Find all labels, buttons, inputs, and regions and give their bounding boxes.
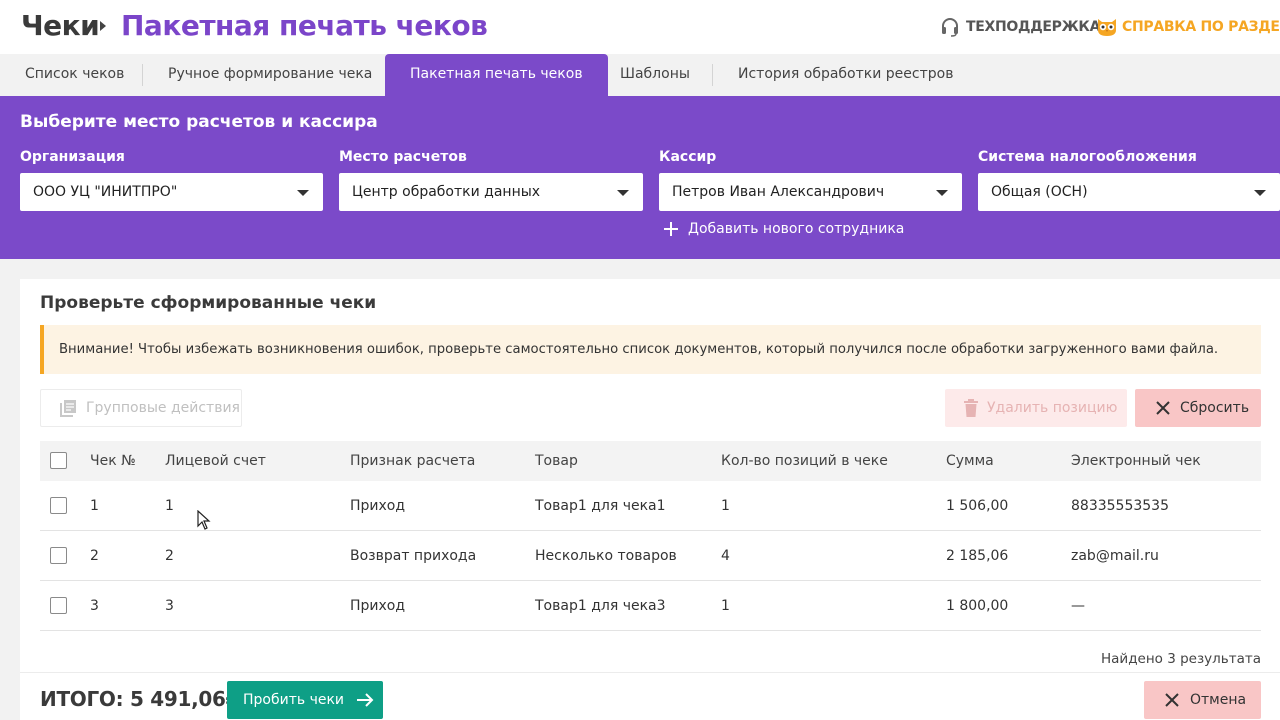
add-employee-label: Добавить нового сотрудника (688, 221, 905, 237)
reset-button[interactable]: Сбросить (1135, 389, 1261, 427)
trash-icon (964, 399, 978, 417)
table-header: Чек № Лицевой счет Признак расчета Товар… (40, 441, 1261, 481)
close-icon (1156, 401, 1170, 415)
review-title: Проверьте сформированные чеки (40, 293, 377, 313)
help-link[interactable]: СПРАВКА ПО РАЗДЕЛУ (1096, 16, 1280, 38)
total-amount: ИТОГО: 5 491,06₽ (40, 687, 240, 711)
tab-manual-receipt[interactable]: Ручное формирование чека (168, 54, 372, 96)
arrow-right-icon (357, 693, 374, 707)
tab-bar: Список чеков Ручное формирование чека Па… (0, 54, 1280, 96)
column-header[interactable]: Сумма (946, 441, 994, 481)
cell-positions-count: 4 (721, 548, 730, 564)
owl-icon (1098, 19, 1116, 36)
column-header[interactable]: Товар (535, 441, 578, 481)
column-header[interactable]: Кол-во позиций в чеке (721, 441, 888, 481)
print-receipts-button[interactable]: Пробить чеки (227, 681, 383, 719)
print-receipts-label: Пробить чеки (243, 692, 345, 708)
cell-product: Товар1 для чека1 (535, 498, 666, 514)
mouse-cursor-icon (197, 510, 211, 530)
add-employee-link[interactable]: Добавить нового сотрудника (663, 218, 904, 240)
cell-amount: 2 185,06 (946, 548, 1009, 564)
cell-account: 3 (165, 598, 174, 614)
cell-payment-type: Возврат прихода (350, 548, 477, 564)
cell-electronic-receipt: 88335553535 (1071, 498, 1169, 514)
table-row[interactable]: 1 1 Приход Товар1 для чека1 1 1 506,00 8… (40, 481, 1261, 531)
tab-receipt-list[interactable]: Список чеков (25, 54, 124, 96)
cashier-label: Кассир (659, 149, 717, 165)
caret-down-icon (936, 190, 948, 196)
results-count: Найдено 3 результата (1101, 651, 1261, 667)
cell-receipt-number: 3 (90, 598, 99, 614)
tab-registry-history[interactable]: История обработки реестров (738, 54, 953, 96)
cell-positions-count: 1 (721, 498, 730, 514)
breadcrumb-root[interactable]: Чеки (21, 9, 100, 42)
cell-receipt-number: 2 (90, 548, 99, 564)
tax-system-value: Общая (ОСН) (991, 184, 1088, 200)
table-row[interactable]: 3 3 Приход Товар1 для чека3 1 1 800,00 — (40, 581, 1261, 631)
breadcrumb-separator-icon (100, 21, 106, 31)
caret-down-icon (297, 190, 309, 196)
tax-system-select[interactable]: Общая (ОСН) (978, 173, 1280, 211)
settlement-panel: Выберите место расчетов и кассира Органи… (0, 96, 1280, 259)
page-title: Пакетная печать чеков (121, 9, 488, 42)
tab-templates[interactable]: Шаблоны (620, 54, 690, 96)
caret-down-icon (1254, 190, 1266, 196)
cell-receipt-number: 1 (90, 498, 99, 514)
cell-positions-count: 1 (721, 598, 730, 614)
cancel-button[interactable]: Отмена (1144, 681, 1261, 719)
organization-value: ООО УЦ "ИНИТПРО" (33, 184, 178, 200)
delete-position-label: Удалить позицию (987, 400, 1118, 416)
panel-title: Выберите место расчетов и кассира (20, 112, 378, 132)
settlement-place-value: Центр обработки данных (352, 184, 541, 200)
tab-batch-print[interactable]: Пакетная печать чеков (385, 54, 608, 96)
help-label: СПРАВКА ПО РАЗДЕЛУ (1122, 19, 1280, 35)
table-row[interactable]: 2 2 Возврат прихода Несколько товаров 4 … (40, 531, 1261, 581)
page-header: Чеки Пакетная печать чеков ТЕХПОДДЕРЖКА … (0, 0, 1280, 54)
reset-label: Сбросить (1180, 400, 1250, 416)
tab-divider (142, 64, 143, 86)
row-checkbox[interactable] (50, 497, 67, 514)
cell-payment-type: Приход (350, 598, 406, 614)
cell-product: Несколько товаров (535, 548, 677, 564)
column-header[interactable]: Электронный чек (1071, 441, 1201, 481)
close-icon (1165, 693, 1179, 707)
cell-payment-type: Приход (350, 498, 406, 514)
group-actions-label: Групповые действия (86, 400, 240, 416)
organization-select[interactable]: ООО УЦ "ИНИТПРО" (20, 173, 323, 211)
cell-account: 2 (165, 548, 174, 564)
cell-product: Товар1 для чека3 (535, 598, 666, 614)
plus-icon (664, 222, 678, 236)
cell-electronic-receipt: — (1071, 598, 1085, 614)
cancel-label: Отмена (1190, 692, 1247, 708)
cashier-value: Петров Иван Александрович (672, 184, 885, 200)
row-checkbox[interactable] (50, 597, 67, 614)
footer-bar: ИТОГО: 5 491,06₽ Пробить чеки Отмена (20, 672, 1280, 720)
review-card: Проверьте сформированные чеки Внимание! … (20, 279, 1280, 720)
column-header[interactable]: Лицевой счет (165, 441, 266, 481)
cell-electronic-receipt: zab@mail.ru (1071, 548, 1159, 564)
delete-position-button[interactable]: Удалить позицию (945, 389, 1127, 427)
cell-amount: 1 506,00 (946, 498, 1009, 514)
headset-icon (942, 18, 958, 37)
row-checkbox[interactable] (50, 547, 67, 564)
cashier-select[interactable]: Петров Иван Александрович (659, 173, 962, 211)
tax-system-label: Система налогообложения (978, 149, 1197, 165)
cell-account: 1 (165, 498, 174, 514)
support-label: ТЕХПОДДЕРЖКА (966, 19, 1101, 35)
organization-label: Организация (20, 149, 125, 165)
warning-banner: Внимание! Чтобы избежать возникновения о… (40, 325, 1261, 374)
select-all-checkbox[interactable] (50, 452, 67, 469)
caret-down-icon (617, 190, 629, 196)
column-header[interactable]: Чек № (90, 441, 136, 481)
support-link[interactable]: ТЕХПОДДЕРЖКА (940, 16, 1100, 38)
column-header[interactable]: Признак расчета (350, 441, 475, 481)
settlement-place-select[interactable]: Центр обработки данных (339, 173, 643, 211)
stack-icon (60, 400, 76, 417)
settlement-place-label: Место расчетов (339, 149, 467, 165)
group-actions-button[interactable]: Групповые действия (40, 389, 242, 427)
cell-amount: 1 800,00 (946, 598, 1009, 614)
tab-divider (712, 64, 713, 86)
